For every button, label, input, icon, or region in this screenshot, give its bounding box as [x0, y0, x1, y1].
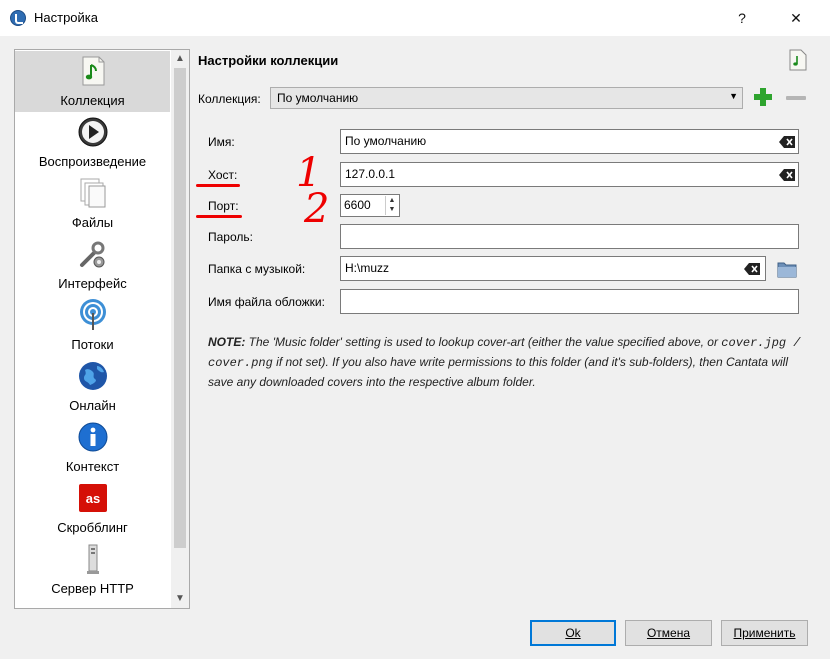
music-folder-note: NOTE: The 'Music folder' setting is used… [208, 333, 808, 392]
port-label: Порт: [208, 199, 239, 213]
category-sidebar: Коллекция Воспроизведение Файлы Интерфей… [14, 49, 190, 609]
sidebar-item-playback[interactable]: Воспроизведение [15, 112, 170, 173]
sidebar-item-label: Сервер HTTP [51, 581, 134, 596]
svg-text:as: as [86, 491, 100, 506]
remove-collection-button[interactable] [786, 96, 806, 100]
annotation-underline-port [196, 215, 242, 218]
sidebar-item-label: Потоки [71, 337, 114, 352]
http-server-icon [87, 544, 99, 574]
spin-down-icon[interactable]: ▼ [386, 205, 398, 214]
host-label: Хост: [208, 168, 238, 182]
apply-button[interactable]: Применить [721, 620, 808, 646]
sidebar-item-label: Коллекция [60, 93, 125, 108]
chevron-down-icon: ▼ [729, 91, 738, 101]
note-bold: NOTE: [208, 335, 246, 349]
sidebar-item-collection[interactable]: Коллекция [15, 51, 170, 112]
spin-up-icon[interactable]: ▲ [386, 196, 398, 205]
files-icon [80, 178, 106, 208]
page-title: Настройки коллекции [198, 53, 339, 68]
cover-file-label: Имя файла обложки: [208, 295, 325, 309]
playback-icon [78, 117, 108, 147]
sidebar-item-label: Скробблинг [57, 520, 128, 535]
host-field[interactable]: 127.0.0.1 [340, 162, 799, 187]
music-folder-field[interactable]: H:\muzz [340, 256, 766, 281]
sidebar-scrollbar[interactable]: ▲ ▼ [171, 50, 189, 608]
cancel-button[interactable]: Отмена [625, 620, 712, 646]
sidebar-item-files[interactable]: Файлы [15, 173, 170, 234]
close-button[interactable]: ✕ [776, 4, 816, 32]
collection-icon [82, 56, 105, 86]
sidebar-item-label: Интерфейс [58, 276, 127, 291]
sidebar-item-streams[interactable]: Потоки [15, 295, 170, 356]
collection-select-value: По умолчанию [277, 91, 359, 105]
note-text-2: if not set). If you also have write perm… [208, 355, 788, 389]
collection-header-icon [789, 49, 807, 71]
port-spinbox[interactable]: 6600 ▲ ▼ [340, 194, 400, 217]
clear-music-folder-icon[interactable] [744, 263, 760, 275]
title-bar: Настройка ? ✕ [0, 0, 830, 36]
lastfm-icon: as [79, 484, 107, 512]
annotation-number-2: 2 [304, 186, 330, 232]
sidebar-item-label: Контекст [65, 459, 120, 474]
info-icon [78, 422, 108, 452]
password-field[interactable] [340, 224, 799, 249]
scroll-thumb[interactable] [174, 68, 186, 548]
globe-icon [79, 362, 107, 390]
cover-file-field[interactable] [340, 289, 799, 314]
clear-name-icon[interactable] [779, 136, 795, 148]
collection-label: Коллекция: [198, 92, 261, 106]
music-folder-value: H:\muzz [345, 261, 390, 275]
port-value: 6600 [344, 198, 371, 212]
collection-select[interactable]: По умолчанию ▼ [270, 87, 743, 109]
sidebar-item-http-server[interactable]: Сервер HTTP [15, 539, 170, 600]
sidebar-item-context[interactable]: Контекст [15, 417, 170, 478]
password-label: Пароль: [208, 230, 253, 244]
sidebar-item-scrobbling[interactable]: as Скробблинг [15, 478, 170, 539]
annotation-underline-host [196, 184, 240, 187]
sidebar-item-label: Файлы [71, 215, 114, 230]
name-label: Имя: [208, 135, 235, 149]
sidebar-item-interface[interactable]: Интерфейс [15, 234, 170, 295]
apply-label: Применить [733, 626, 796, 640]
host-field-value: 127.0.0.1 [345, 167, 396, 181]
ok-label: Ok [565, 626, 581, 640]
note-text-1: The 'Music folder' setting is used to lo… [245, 335, 718, 349]
scroll-up-icon[interactable]: ▲ [171, 51, 189, 67]
sidebar-item-online[interactable]: Онлайн [15, 356, 170, 417]
name-field-value: По умолчанию [345, 134, 427, 148]
browse-folder-icon[interactable] [777, 260, 797, 278]
add-collection-button[interactable] [752, 86, 774, 108]
scroll-down-icon[interactable]: ▼ [171, 591, 189, 607]
clear-host-icon[interactable] [779, 169, 795, 181]
sidebar-item-label: Онлайн [69, 398, 116, 413]
ok-button[interactable]: Ok [530, 620, 616, 646]
music-folder-label: Папка с музыкой: [208, 262, 306, 276]
streams-icon [80, 299, 106, 330]
interface-icon [80, 241, 105, 268]
cantata-app-icon [10, 10, 26, 26]
name-field[interactable]: По умолчанию [340, 129, 799, 154]
help-button[interactable]: ? [722, 4, 762, 32]
sidebar-item-label: Воспроизведение [38, 154, 147, 169]
window-title: Настройка [34, 10, 98, 25]
cancel-label: Отмена [646, 626, 691, 640]
